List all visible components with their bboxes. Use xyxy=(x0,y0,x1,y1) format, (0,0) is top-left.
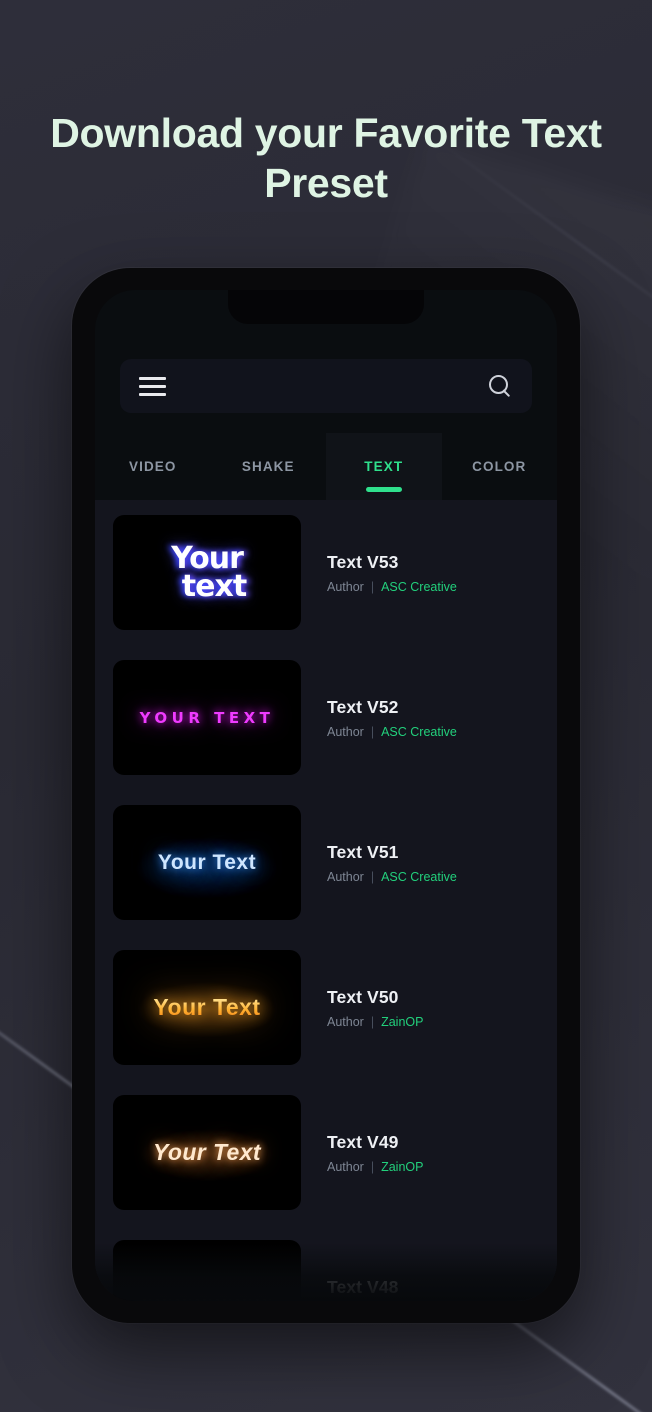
thumbnail-glow xyxy=(113,1240,301,1301)
phone-notch xyxy=(228,290,424,324)
list-item[interactable]: Your Text Text V51 Author | ASC Creative xyxy=(95,790,557,935)
tab-shake-label: SHAKE xyxy=(241,459,295,474)
preset-thumbnail[interactable]: Your Text xyxy=(113,1095,301,1210)
list-item[interactable]: Your Text Text V49 Author | ZainOP xyxy=(95,1080,557,1225)
author-label: Author xyxy=(327,1014,364,1029)
preset-author-row: Author | ZainOP xyxy=(327,1015,545,1029)
list-item[interactable]: Your Text Text V50 Author | ZainOP xyxy=(95,935,557,1080)
phone-mockup: VIDEO SHAKE TEXT COLOR Your text Text V5… xyxy=(72,268,580,1323)
category-tabs[interactable]: VIDEO SHAKE TEXT COLOR xyxy=(95,433,557,500)
preset-title: Text V52 xyxy=(327,696,399,717)
preset-meta: Text V49 Author | ZainOP xyxy=(327,1132,557,1174)
thumbnail-art-blue-glow: Your Text xyxy=(157,850,257,874)
preset-meta: Text V48 Author | ZainOP xyxy=(327,1277,557,1302)
preset-meta: Text V51 Author | ASC Creative xyxy=(327,842,557,884)
search-bar[interactable] xyxy=(120,359,532,413)
preset-title: Text V49 xyxy=(327,1131,399,1152)
phone-screen: VIDEO SHAKE TEXT COLOR Your text Text V5… xyxy=(95,290,557,1301)
list-item[interactable]: Your text Text V53 Author | ASC Creative xyxy=(95,500,557,645)
author-label: Author xyxy=(327,579,364,594)
promo-stage: Download your Favorite Text Preset VIDEO… xyxy=(0,0,652,1412)
preset-thumbnail[interactable]: Your Text xyxy=(113,805,301,920)
author-name[interactable]: ASC Creative xyxy=(381,870,457,884)
preset-author-row: Author | ASC Creative xyxy=(327,580,545,594)
preset-list[interactable]: Your text Text V53 Author | ASC Creative xyxy=(95,500,557,1301)
list-item[interactable]: Text V48 Author | ZainOP xyxy=(95,1225,557,1301)
tab-color[interactable]: COLOR xyxy=(442,433,558,500)
preset-title: Text V50 xyxy=(327,986,399,1007)
tab-video-label: VIDEO xyxy=(128,459,177,474)
search-icon[interactable] xyxy=(487,373,513,399)
author-name[interactable]: ZainOP xyxy=(381,1160,423,1174)
thumbnail-art-gold-glow: Your Text xyxy=(153,994,261,1020)
author-separator: | xyxy=(370,1159,375,1174)
preset-thumbnail[interactable]: YOUR TEXT xyxy=(113,660,301,775)
tab-color-label: COLOR xyxy=(472,459,527,474)
thumb-line-2: text xyxy=(181,568,247,604)
active-tab-indicator xyxy=(365,487,402,492)
author-name[interactable]: ASC Creative xyxy=(381,725,457,739)
hamburger-menu-icon[interactable] xyxy=(139,376,166,396)
tab-video[interactable]: VIDEO xyxy=(95,433,211,500)
tab-text-label: TEXT xyxy=(364,459,404,474)
author-separator: | xyxy=(370,579,375,594)
tab-text[interactable]: TEXT xyxy=(326,433,442,500)
page-title: Download your Favorite Text Preset xyxy=(50,110,602,207)
preset-author-row: Author | ZainOP xyxy=(327,1160,545,1174)
author-label: Author xyxy=(327,869,364,884)
author-name[interactable]: ZainOP xyxy=(381,1015,423,1029)
author-separator: | xyxy=(370,869,375,884)
thumbnail-art-peach-glow: Your Text xyxy=(153,1139,261,1165)
thumbnail-art-barcode xyxy=(143,1299,271,1301)
author-separator: | xyxy=(370,1014,375,1029)
preset-meta: Text V50 Author | ZainOP xyxy=(327,987,557,1029)
author-separator: | xyxy=(370,724,375,739)
thumbnail-art-blue-glitch: Your text xyxy=(168,543,247,604)
tab-shake[interactable]: SHAKE xyxy=(211,433,327,500)
preset-meta: Text V52 Author | ASC Creative xyxy=(327,697,557,739)
preset-author-row: Author | ASC Creative xyxy=(327,725,545,739)
preset-meta: Text V53 Author | ASC Creative xyxy=(327,552,557,594)
list-item[interactable]: YOUR TEXT Text V52 Author | ASC Creative xyxy=(95,645,557,790)
thumbnail-art-magenta-neon: YOUR TEXT xyxy=(139,708,275,727)
preset-author-row: Author | ASC Creative xyxy=(327,870,545,884)
author-label: Author xyxy=(327,1159,364,1174)
author-name[interactable]: ASC Creative xyxy=(381,580,457,594)
preset-thumbnail[interactable] xyxy=(113,1240,301,1301)
author-label: Author xyxy=(327,724,364,739)
preset-title: Text V51 xyxy=(327,841,399,862)
preset-title: Text V48 xyxy=(327,1276,399,1297)
preset-title: Text V53 xyxy=(327,551,399,572)
preset-thumbnail[interactable]: Your text xyxy=(113,515,301,630)
preset-thumbnail[interactable]: Your Text xyxy=(113,950,301,1065)
